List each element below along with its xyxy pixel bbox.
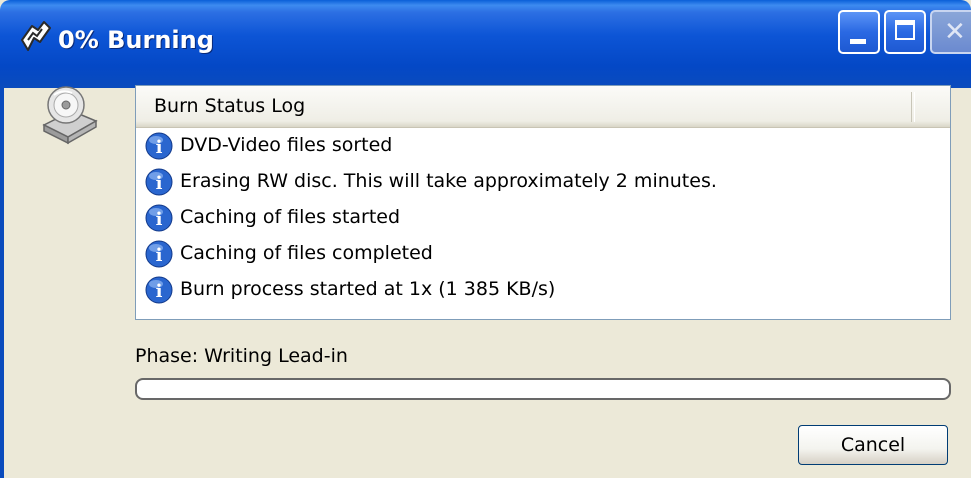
svg-text:i: i — [156, 137, 163, 158]
log-entry: i Caching of files started — [136, 200, 950, 236]
info-icon: i — [145, 240, 173, 268]
burn-icon — [21, 21, 51, 51]
info-icon: i — [145, 276, 173, 304]
cancel-button[interactable]: Cancel — [798, 425, 948, 465]
log-column-header[interactable]: Burn Status Log — [136, 86, 950, 128]
minimize-icon — [850, 39, 866, 44]
svg-text:i: i — [156, 173, 163, 194]
close-button[interactable]: ✕ — [930, 10, 971, 54]
log-entry-text: Caching of files started — [180, 206, 401, 228]
svg-text:i: i — [156, 281, 163, 302]
close-icon: ✕ — [944, 17, 966, 47]
title-bar[interactable]: 0% Burning ✕ — [0, 0, 971, 88]
burn-status-log[interactable]: Burn Status Log i DVD-Video files sorted… — [135, 85, 951, 320]
burn-progress-window: 0% Burning ✕ Burn Status Log i DVD-Video… — [0, 0, 971, 478]
window-title: 0% Burning — [58, 26, 214, 54]
column-separator[interactable] — [911, 92, 915, 122]
info-icon: i — [145, 204, 173, 232]
log-entry: i Erasing RW disc. This will take approx… — [136, 164, 950, 200]
log-entry-text: Burn process started at 1x (1 385 KB/s) — [180, 278, 556, 300]
burn-progress-bar — [135, 378, 951, 400]
log-column-label: Burn Status Log — [154, 95, 306, 117]
phase-label: Phase: Writing Lead-in — [135, 345, 348, 367]
log-entry-text: Erasing RW disc. This will take approxim… — [180, 170, 717, 192]
log-entry: i DVD-Video files sorted — [136, 128, 950, 164]
disc-drive-icon — [42, 86, 98, 145]
info-icon: i — [145, 132, 173, 160]
svg-text:i: i — [156, 245, 163, 266]
log-entry-text: DVD-Video files sorted — [180, 134, 393, 156]
info-icon: i — [145, 168, 173, 196]
log-entry: i Burn process started at 1x (1 385 KB/s… — [136, 272, 950, 308]
log-entry-text: Caching of files completed — [180, 242, 433, 264]
maximize-icon — [895, 20, 915, 40]
svg-text:i: i — [156, 209, 163, 230]
log-entry: i Caching of files completed — [136, 236, 950, 272]
maximize-button[interactable] — [884, 10, 926, 54]
window-frame-left — [0, 88, 4, 478]
minimize-button[interactable] — [838, 10, 880, 54]
